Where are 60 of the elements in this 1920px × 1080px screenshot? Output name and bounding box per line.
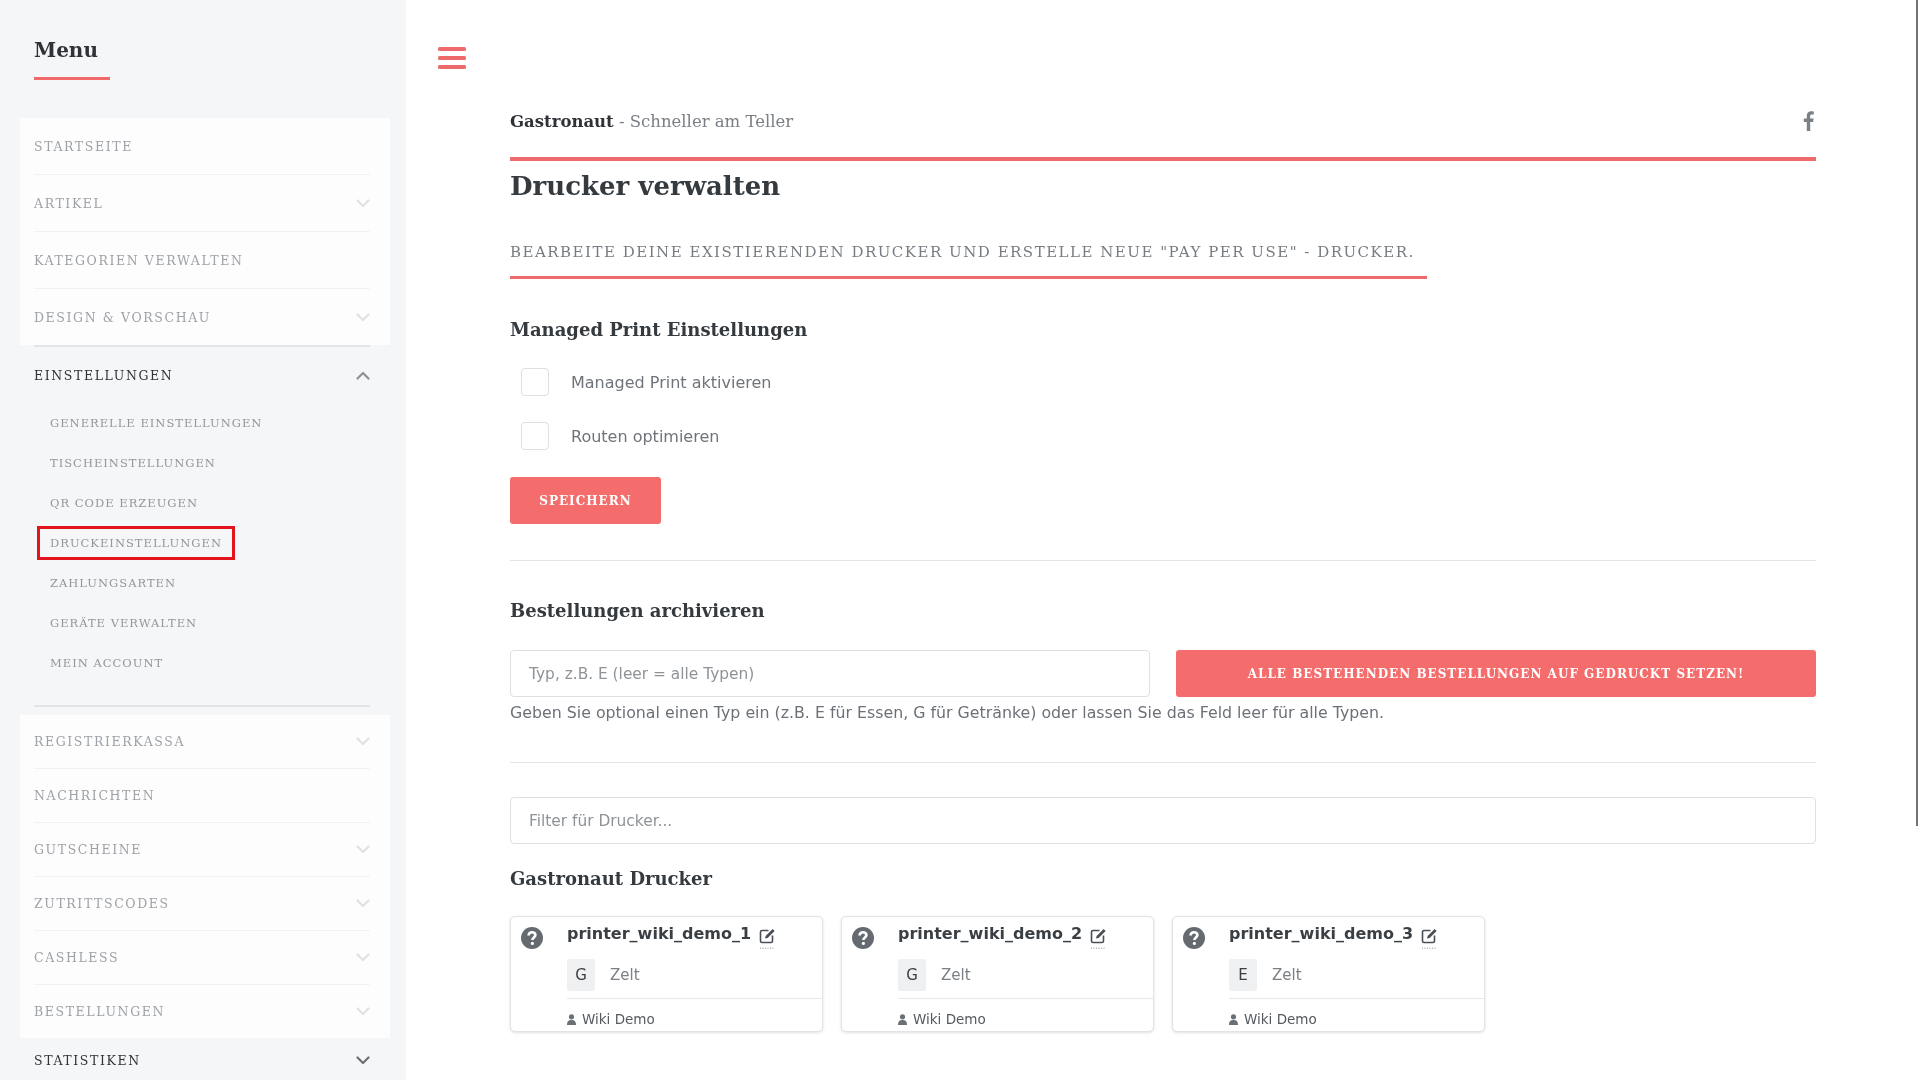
type-badge: E [1229,959,1257,991]
type-badge: G [567,959,595,991]
user-icon [898,1013,907,1025]
save-button[interactable]: SPEICHERN [510,477,661,524]
type-badge: G [898,959,926,991]
help-text: Geben Sie optional einen Typ ein (z.B. E für Essen, G für Getränke) oder lassen Sie das Feld leer für alle Typen. [510,703,1385,723]
sidebar-item[interactable]: DESIGN & VORSCHAU [34,288,370,345]
submenu-item[interactable]: ZAHLUNGSARTEN [37,566,190,600]
submenu-item[interactable]: MEIN ACCOUNT [37,646,177,680]
sidebar-item[interactable]: KATEGORIEN VERWALTEN [34,231,370,288]
filter-field[interactable]: Filter für Drucker... [510,797,1816,844]
menu-icon[interactable] [438,46,466,70]
owner-name: Wiki Demo [1244,1011,1317,1027]
submenu-item[interactable]: GENERELLE EINSTELLUNGEN [37,406,276,440]
sidebar-item[interactable]: NACHRICHTEN [34,768,370,822]
page-title: Drucker verwalten [510,170,781,202]
help-icon[interactable] [1183,927,1205,949]
submenu-item[interactable]: DRUCKEINSTELLUNGEN [37,526,235,560]
menu-title: Menu [34,37,98,63]
owner-name: Wiki Demo [582,1011,655,1027]
checkbox[interactable] [521,368,549,396]
sidebar-item[interactable]: REGISTRIERKASSA [34,715,370,768]
edit-icon[interactable] [759,927,777,949]
submenu-item[interactable]: QR CODE ERZEUGEN [37,486,211,520]
checkbox-label: Routen optimieren [571,426,720,446]
location-label: Zelt [941,966,971,984]
sidebar-item[interactable]: STATISTIKEN [34,1038,370,1080]
checkbox[interactable] [521,422,549,450]
checkbox-label: Managed Print aktivieren [571,372,772,392]
facebook-icon[interactable] [1803,111,1814,131]
submenu-item[interactable]: TISCHEINSTELLUNGEN [37,446,229,480]
help-icon[interactable] [521,927,543,949]
location-label: Zelt [1272,966,1302,984]
printer-name: printer_wiki_demo_1 [567,923,752,945]
sidebar-item[interactable]: ZUTRITTSCODES [34,876,370,930]
edit-icon[interactable] [1090,927,1108,949]
sidebar-item[interactable]: STARTSEITE [34,118,370,174]
sidebar-item[interactable]: CASHLESS [34,930,370,984]
mark-printed-button[interactable]: ALLE BESTEHENDEN BESTELLUNGEN AUF GEDRUCKT SETZEN! [1176,650,1816,697]
edit-icon[interactable] [1421,927,1439,949]
type-field[interactable]: Typ, z.B. E (leer = alle Typen) [510,650,1150,697]
help-icon[interactable] [852,927,874,949]
page-subtitle: BEARBEITE DEINE EXISTIERENDEN DRUCKER UND ERSTELLE NEUE "PAY PER USE" - DRUCKER. [510,242,1427,279]
section-heading: Managed Print Einstellungen [510,318,808,342]
printer-name: printer_wiki_demo_3 [1229,923,1414,945]
sidebar-item[interactable]: ARTIKEL [34,174,370,231]
section-heading: Bestellungen archivieren [510,599,765,623]
user-icon [567,1013,576,1025]
chevron-down-icon[interactable] [356,1055,370,1065]
section-heading: Gastronaut Drucker [510,867,712,891]
site-title: Gastronaut - Schneller am Teller [510,111,794,131]
sidebar-item[interactable]: EINSTELLUNGEN [34,347,370,403]
owner-name: Wiki Demo [913,1011,986,1027]
chevron-up-icon[interactable] [356,370,370,380]
printer-name: printer_wiki_demo_2 [898,923,1083,945]
submenu-item[interactable]: GERÄTE VERWALTEN [37,606,211,640]
user-icon [1229,1013,1238,1025]
sidebar-item[interactable]: BESTELLUNGEN [34,984,370,1038]
sidebar-item[interactable]: GUTSCHEINE [34,822,370,876]
location-label: Zelt [610,966,640,984]
